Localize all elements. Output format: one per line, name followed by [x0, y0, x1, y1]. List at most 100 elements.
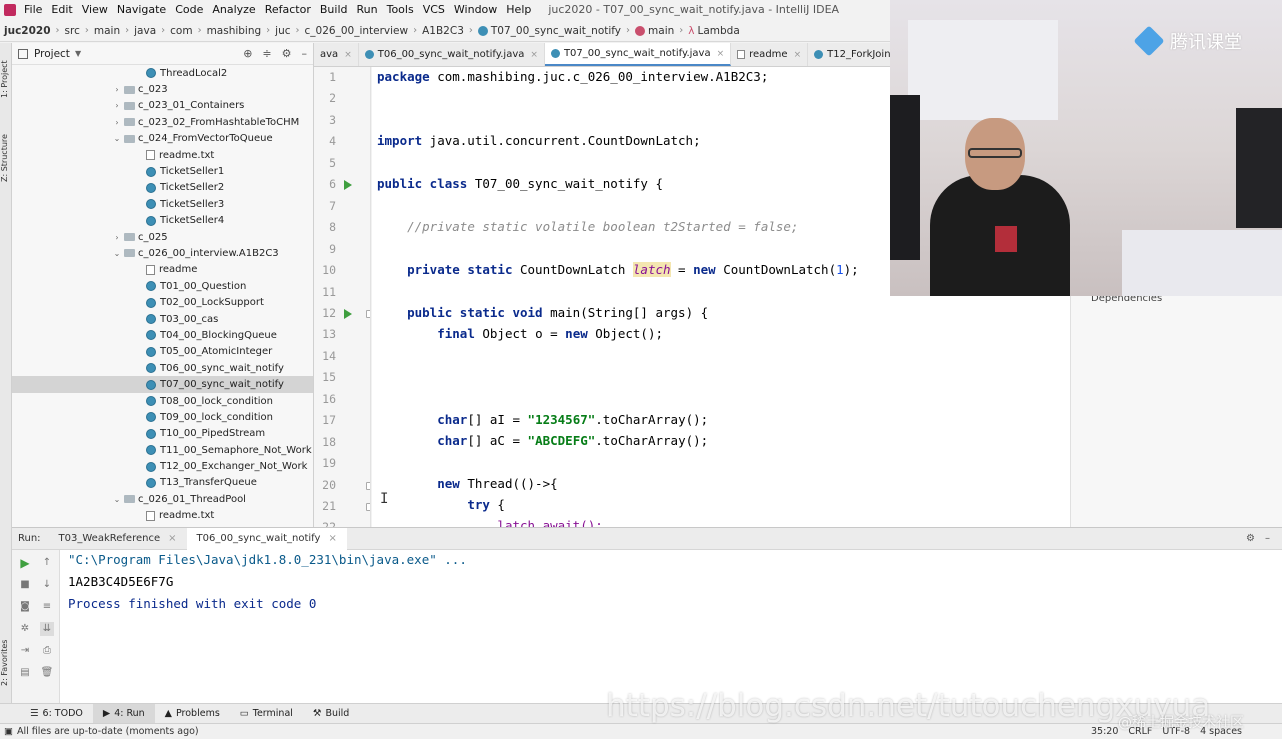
run-gutter-icon[interactable]	[344, 180, 352, 191]
breadcrumb-mashibing[interactable]: mashibing	[207, 25, 262, 37]
breadcrumb-lambda[interactable]: Lambda	[698, 25, 740, 37]
problems-tool-button[interactable]: ▲ Problems	[155, 704, 230, 724]
tree-item[interactable]: T08_00_lock_condition	[12, 393, 313, 409]
run-tab-active[interactable]: T06_00_sync_wait_notify ×	[186, 527, 347, 550]
editor-tab[interactable]: T12_ForkJoinPool.ja	[808, 43, 890, 66]
tree-item[interactable]: T09_00_lock_condition	[12, 409, 313, 425]
collapse-icon[interactable]: ≑	[262, 47, 271, 60]
tree-folder[interactable]: ⌄ c_026_00_interview.A1B2C3	[12, 245, 313, 261]
line-separator[interactable]: CRLF	[1128, 726, 1152, 737]
scroll-to-end-icon[interactable]: ⇊	[40, 622, 54, 636]
project-panel-title[interactable]: Project	[34, 48, 70, 60]
soft-wrap-icon[interactable]: ≡	[40, 600, 54, 614]
terminal-tool-button[interactable]: ▭ Terminal	[230, 704, 303, 724]
project-tool-tab[interactable]: 1: Project	[0, 49, 12, 109]
structure-tool-tab[interactable]: Z: Structure	[0, 123, 12, 193]
trash-icon[interactable]: 🗑	[40, 666, 54, 680]
print-icon[interactable]: ⎙	[40, 644, 54, 658]
breadcrumb-interview[interactable]: c_026_00_interview	[305, 25, 409, 37]
file-encoding[interactable]: UTF-8	[1162, 726, 1190, 737]
close-icon[interactable]: ×	[717, 49, 725, 59]
menu-view[interactable]: View	[82, 3, 108, 16]
menu-help[interactable]: Help	[506, 3, 531, 16]
tree-folder[interactable]: ⌄ c_024_FromVectorToQueue	[12, 131, 313, 147]
tree-item[interactable]: T12_00_Exchanger_Not_Work	[12, 458, 313, 474]
tree-item[interactable]: T11_00_Semaphore_Not_Work	[12, 442, 313, 458]
editor-tab[interactable]: readme ×	[731, 43, 809, 66]
camera-icon[interactable]: ◙	[18, 600, 32, 614]
close-icon[interactable]: ×	[530, 50, 538, 60]
menu-file[interactable]: File	[24, 3, 42, 16]
todo-tool-button[interactable]: ☰ 6: TODO	[20, 704, 93, 724]
close-icon[interactable]: ×	[328, 533, 336, 544]
run-gutter-icon[interactable]	[344, 308, 352, 319]
close-icon[interactable]: ×	[794, 50, 802, 60]
menu-tools[interactable]: Tools	[387, 3, 414, 16]
breadcrumb-java[interactable]: java	[134, 25, 156, 37]
tree-item[interactable]: T01_00_Question	[12, 278, 313, 294]
tree-item[interactable]: TicketSeller4	[12, 213, 313, 229]
chevron-right-icon[interactable]: ›	[112, 85, 122, 94]
menu-analyze[interactable]: Analyze	[212, 3, 255, 16]
tree-item[interactable]: T02_00_LockSupport	[12, 294, 313, 310]
tree-item[interactable]: TicketSeller2	[12, 180, 313, 196]
tree-item[interactable]: T13_TransferQueue	[12, 475, 313, 491]
fold-icon[interactable]	[366, 481, 370, 490]
tree-item[interactable]: T07_00_sync_wait_notify	[12, 376, 313, 393]
tree-folder[interactable]: › c_023_01_Containers	[12, 98, 313, 114]
tree-item[interactable]: readme.txt	[12, 508, 313, 524]
breadcrumb-a1b2c3[interactable]: A1B2C3	[422, 25, 464, 37]
console-output[interactable]: "C:\Program Files\Java\jdk1.8.0_231\bin\…	[68, 552, 467, 618]
indent-setting[interactable]: 4 spaces	[1200, 726, 1242, 737]
tree-item[interactable]: TicketSeller1	[12, 163, 313, 179]
gear-icon[interactable]: ⚙	[1246, 533, 1255, 544]
scroll-down-icon[interactable]: ↓	[40, 578, 54, 592]
tree-folder[interactable]: ⌄ c_026_01_ThreadPool	[12, 491, 313, 507]
menu-code[interactable]: Code	[175, 3, 203, 16]
tree-folder[interactable]: › c_023_02_FromHashtableToCHM	[12, 114, 313, 130]
build-tool-button[interactable]: ⚒ Build	[303, 704, 359, 724]
menu-build[interactable]: Build	[320, 3, 348, 16]
fold-icon[interactable]	[366, 309, 370, 318]
project-dropdown-icon[interactable]: ▼	[75, 49, 81, 58]
rerun-icon[interactable]: ▶	[18, 556, 32, 570]
editor-tab[interactable]: T06_00_sync_wait_notify.java ×	[359, 43, 545, 66]
debug-icon[interactable]: ✲	[18, 622, 32, 636]
chevron-right-icon[interactable]: ›	[112, 233, 122, 242]
menu-navigate[interactable]: Navigate	[117, 3, 166, 16]
editor-tab[interactable]: ava ×	[314, 43, 359, 66]
fold-icon[interactable]	[366, 503, 370, 511]
editor-tab-active[interactable]: T07_00_sync_wait_notify.java ×	[544, 43, 732, 66]
layout-icon[interactable]: ▤	[18, 666, 32, 680]
breadcrumb-com[interactable]: com	[170, 25, 192, 37]
chevron-right-icon[interactable]: ›	[112, 118, 122, 127]
breadcrumb-juc[interactable]: juc	[275, 25, 290, 37]
locate-icon[interactable]: ⊕	[243, 47, 252, 60]
hide-icon[interactable]: –	[1265, 533, 1270, 544]
gear-icon[interactable]: ⚙	[282, 47, 292, 60]
chevron-down-icon[interactable]: ⌄	[112, 249, 122, 258]
tree-item[interactable]: readme	[12, 262, 313, 278]
breadcrumb-method[interactable]: main	[648, 25, 674, 37]
tree-item[interactable]: ThreadLocal2	[12, 65, 313, 81]
chevron-down-icon[interactable]: ⌄	[112, 495, 122, 504]
close-icon[interactable]: ×	[168, 533, 176, 544]
tree-item[interactable]: T03_00_cas	[12, 311, 313, 327]
caret-position[interactable]: 35:20	[1091, 726, 1118, 737]
chevron-right-icon[interactable]: ›	[112, 101, 122, 110]
tree-folder[interactable]: › c_023	[12, 81, 313, 97]
run-tool-button[interactable]: ▶ 4: Run	[92, 703, 155, 724]
tree-item[interactable]: T04_00_BlockingQueue	[12, 327, 313, 343]
favorites-tool-tab[interactable]: 2: Favorites	[0, 628, 12, 698]
chevron-down-icon[interactable]: ⌄	[112, 134, 122, 143]
menu-vcs[interactable]: VCS	[423, 3, 445, 16]
tree-item[interactable]: TicketSeller3	[12, 196, 313, 212]
scroll-up-icon[interactable]: ↑	[40, 556, 54, 570]
tree-item[interactable]: readme.txt	[12, 147, 313, 163]
menu-run[interactable]: Run	[357, 3, 378, 16]
tree-item[interactable]: T05_00_AtomicInteger	[12, 344, 313, 360]
run-tab[interactable]: T03_WeakReference ×	[49, 528, 187, 550]
breadcrumb-src[interactable]: src	[65, 25, 80, 37]
menu-edit[interactable]: Edit	[51, 3, 72, 16]
breadcrumb-project[interactable]: juc2020	[4, 25, 51, 37]
